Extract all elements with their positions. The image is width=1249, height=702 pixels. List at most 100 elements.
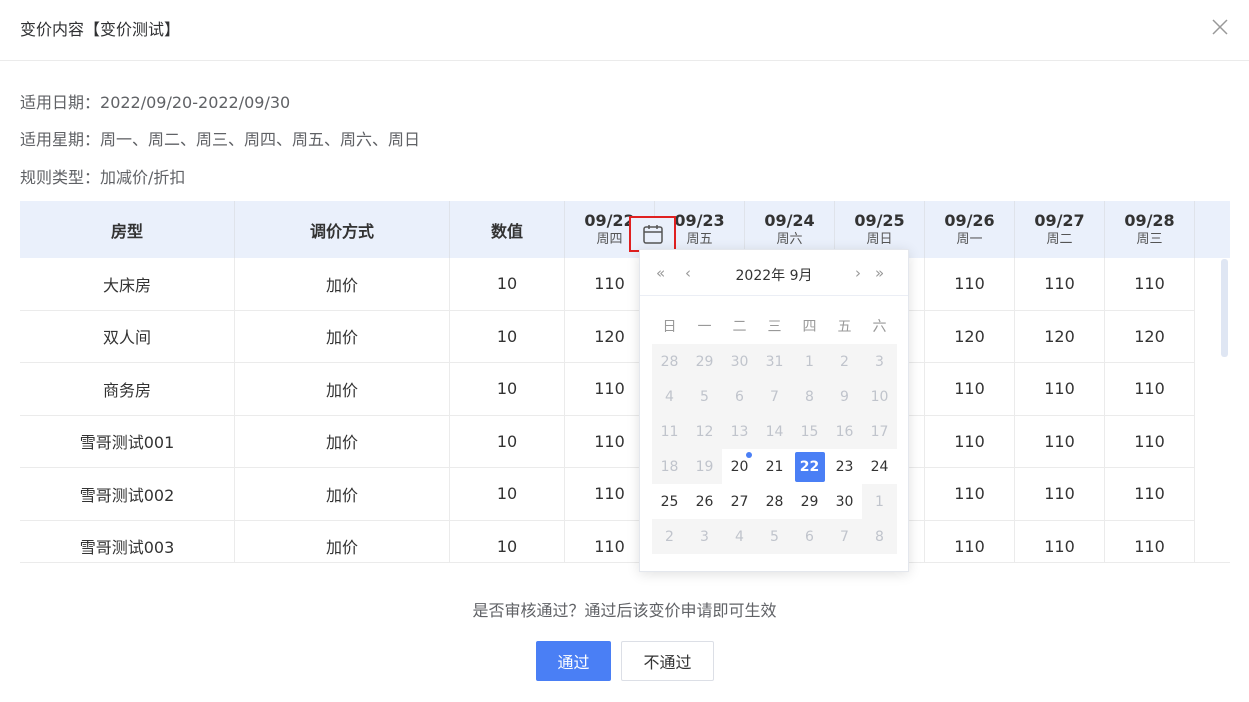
cell-room: 雪哥测试003 (20, 520, 235, 562)
calendar-day[interactable]: 29 (792, 484, 827, 519)
cell-price: 110 (1015, 415, 1105, 468)
next-month-button[interactable]: › (855, 264, 861, 282)
calendar-day[interactable]: 28 (757, 484, 792, 519)
table-row: 雪哥测试002加价10110110110110110110110 (20, 468, 1220, 521)
date-header-weekday: 周六 (776, 231, 803, 247)
weekday-header: 日 (662, 319, 677, 335)
header-label: 调价方式 (309, 221, 374, 241)
reject-button[interactable]: 不通过 (621, 641, 714, 681)
calendar-day[interactable]: 23 (827, 449, 862, 484)
calendar-day-label: 28 (765, 493, 784, 510)
table-scrollbar[interactable] (1221, 259, 1228, 357)
calendar-day-label: 31 (765, 353, 784, 370)
calendar-day: 7 (827, 519, 862, 554)
calendar-day-label: 23 (835, 458, 854, 475)
calendar-day-label: 15 (800, 423, 819, 440)
calendar-day-label: 4 (665, 388, 674, 405)
cell-price: 120 (1015, 310, 1105, 363)
calendar-day-label: 8 (805, 388, 814, 405)
calendar-day: 28 (652, 344, 687, 379)
calendar-day-label: 6 (805, 528, 814, 545)
calendar-toggle-button[interactable] (629, 216, 676, 252)
cell-value: 10 (450, 310, 565, 363)
cell-price: 110 (1105, 520, 1195, 562)
calendar-day-label: 26 (695, 493, 714, 510)
calendar-day-label: 17 (870, 423, 889, 440)
calendar-day-label: 24 (870, 458, 889, 475)
cell-price: 110 (925, 363, 1015, 416)
approval-question: 是否审核通过？通过后该变价申请即可生效 (472, 601, 777, 620)
calendar-day[interactable]: 27 (722, 484, 757, 519)
calendar-day[interactable]: 25 (652, 484, 687, 519)
cell-price: 110 (1105, 468, 1195, 521)
calendar-day: 31 (757, 344, 792, 379)
date-header-cell: 09/28 周三 (1105, 201, 1195, 258)
close-icon[interactable] (1210, 17, 1230, 37)
cell-method: 加价 (235, 363, 450, 416)
dialog-title: 变价内容【变价测试】 (20, 20, 181, 39)
cell-room: 大床房 (20, 258, 235, 311)
header-label: 房型 (110, 221, 143, 241)
date-header-date: 09/22 (584, 210, 635, 230)
next-year-button[interactable]: » (875, 264, 884, 282)
cell-value: 10 (450, 363, 565, 416)
calendar-day[interactable]: 20 (722, 449, 757, 484)
weekday-line: 适用星期：周一、周二、周三、周四、周五、周六、周日 (20, 126, 420, 150)
date-header-weekday: 周一 (956, 231, 983, 247)
today-indicator (746, 452, 752, 458)
dialog-header: 变价内容【变价测试】 (0, 0, 1249, 61)
cell-price: 110 (1105, 415, 1195, 468)
date-header-weekday: 周二 (1046, 231, 1073, 247)
calendar-day-label: 16 (835, 423, 854, 440)
date-range-line: 适用日期：2022/09/20-2022/09/30 (20, 89, 290, 113)
calendar-day-label: 3 (700, 528, 709, 545)
header-label: 数值 (490, 221, 523, 241)
date-range-label: 适用日期： (20, 93, 101, 112)
calendar-day-selected[interactable]: 22 (792, 449, 827, 484)
header-cell: 房型 (20, 201, 235, 258)
calendar-day: 2 (652, 519, 687, 554)
calendar-day[interactable]: 30 (827, 484, 862, 519)
calendar-day: 8 (792, 379, 827, 414)
cell-price: 110 (1015, 520, 1105, 562)
calendar-day-label: 30 (835, 493, 854, 510)
cell-price: 110 (925, 520, 1015, 562)
cell-price: 110 (925, 258, 1015, 311)
cell-room: 商务房 (20, 363, 235, 416)
calendar-day[interactable]: 21 (757, 449, 792, 484)
pass-button[interactable]: 通过 (536, 641, 611, 681)
calendar-day-label: 7 (770, 388, 779, 405)
calendar-day: 4 (652, 379, 687, 414)
weekday-header: 一 (697, 319, 712, 335)
calendar-day-label: 29 (800, 493, 819, 510)
cell-price: 120 (925, 310, 1015, 363)
price-change-dialog: 变价内容【变价测试】 适用日期：2022/09/20-2022/09/30 适用… (0, 0, 1249, 702)
calendar-day: 16 (827, 414, 862, 449)
cell-value: 10 (450, 468, 565, 521)
calendar-day-label: 25 (660, 493, 679, 510)
calendar-day: 5 (687, 379, 722, 414)
calendar-day[interactable]: 26 (687, 484, 722, 519)
calendar-day[interactable]: 24 (862, 449, 897, 484)
calendar-day: 15 (792, 414, 827, 449)
cell-price: 110 (1015, 363, 1105, 416)
calendar-day: 19 (687, 449, 722, 484)
weekday-header: 五 (837, 319, 852, 335)
cell-method: 加价 (235, 258, 450, 311)
calendar-day: 29 (687, 344, 722, 379)
calendar-day-label: 10 (870, 388, 889, 405)
calendar-day-label: 20 (730, 458, 749, 475)
calendar-day: 13 (722, 414, 757, 449)
calendar-day: 3 (862, 344, 897, 379)
header-cell: 调价方式 (235, 201, 450, 258)
date-header-date: 09/24 (764, 210, 815, 230)
calendar-day: 3 (687, 519, 722, 554)
table-row: 大床房加价10110110110110110110110 (20, 258, 1220, 311)
calendar-icon (642, 225, 663, 244)
calendar-day: 30 (722, 344, 757, 379)
calendar-day-label: 9 (840, 388, 849, 405)
weekday-header: 六 (872, 319, 887, 335)
calendar-day: 18 (652, 449, 687, 484)
cell-method: 加价 (235, 520, 450, 562)
calendar-day-label: 18 (660, 458, 679, 475)
